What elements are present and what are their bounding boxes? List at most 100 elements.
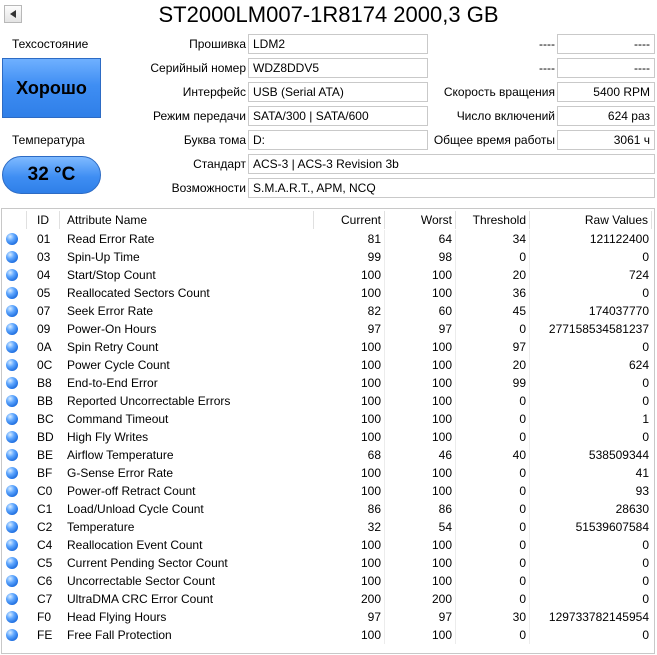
column-header-current[interactable]: Current: [315, 211, 385, 229]
features-field: S.M.A.R.T., APM, NCQ: [248, 178, 655, 198]
row-raw-value: 1: [642, 412, 649, 426]
table-row[interactable]: 03 Spin-Up Time 99 98 0 0: [2, 248, 654, 266]
row-id: BF: [37, 466, 53, 480]
row-raw-value: 0: [642, 430, 649, 444]
row-threshold: 40: [457, 446, 530, 464]
row-threshold: 34: [457, 230, 530, 248]
table-row[interactable]: F0 Head Flying Hours 97 97 30 129733782145954: [2, 608, 654, 626]
status-good-icon: [6, 449, 18, 461]
row-current: 100: [315, 266, 385, 284]
row-threshold: 0: [457, 572, 530, 590]
row-attribute-name: Temperature: [67, 520, 135, 534]
firmware-label: Прошивка: [189, 37, 246, 51]
row-worst: 98: [386, 248, 456, 266]
row-raw-value: 624: [628, 358, 649, 372]
table-row[interactable]: 07 Seek Error Rate 82 60 45 174037770: [2, 302, 654, 320]
table-row[interactable]: 01 Read Error Rate 81 64 34 121122400: [2, 230, 654, 248]
table-row[interactable]: BB Reported Uncorrectable Errors 100 100 0 0: [2, 392, 654, 410]
status-column-header[interactable]: [6, 211, 27, 229]
row-current: 32: [315, 518, 385, 536]
row-current: 100: [315, 464, 385, 482]
table-header: ID Attribute Name Current Worst Threshol…: [2, 211, 654, 229]
temperature-badge[interactable]: 32 °C: [2, 156, 101, 194]
table-row[interactable]: 09 Power-On Hours 97 97 0 277158534581237: [2, 320, 654, 338]
row-id: BC: [37, 412, 54, 426]
table-row[interactable]: BD High Fly Writes 100 100 0 0: [2, 428, 654, 446]
row-id: C0: [37, 484, 53, 498]
row-worst: 100: [386, 392, 456, 410]
row-attribute-name: Power-off Retract Count: [67, 484, 196, 498]
table-row[interactable]: C4 Reallocation Event Count 100 100 0 0: [2, 536, 654, 554]
row-worst: 100: [386, 482, 456, 500]
row-id: C2: [37, 520, 53, 534]
table-row[interactable]: C5 Current Pending Sector Count 100 100 0 0: [2, 554, 654, 572]
transfer-mode-field: SATA/300 | SATA/600: [248, 106, 428, 126]
status-good-icon: [6, 233, 18, 245]
row-attribute-name: Start/Stop Count: [67, 268, 156, 282]
row-attribute-name: End-to-End Error: [67, 376, 158, 390]
row-attribute-name: Seek Error Rate: [67, 304, 154, 318]
disk-title: ST2000LM007-1R8174 2000,3 GB: [158, 2, 499, 27]
row-threshold: 0: [457, 518, 530, 536]
row-current: 68: [315, 446, 385, 464]
power-on-hours-field: 3061 ч: [557, 130, 655, 150]
table-row[interactable]: C0 Power-off Retract Count 100 100 0 93: [2, 482, 654, 500]
table-row[interactable]: BE Airflow Temperature 68 46 40 538509344: [2, 446, 654, 464]
row-attribute-name: Uncorrectable Sector Count: [67, 574, 216, 588]
status-good-icon: [6, 593, 18, 605]
row-worst: 60: [386, 302, 456, 320]
column-header-attribute-name[interactable]: Attribute Name: [62, 211, 314, 229]
column-header-id[interactable]: ID: [30, 211, 60, 229]
table-row[interactable]: 05 Reallocated Sectors Count 100 100 36 0: [2, 284, 654, 302]
status-good-icon: [6, 629, 18, 641]
smart-attributes-table[interactable]: ID Attribute Name Current Worst Threshol…: [1, 208, 655, 654]
row-threshold: 0: [457, 626, 530, 644]
unknown-field-1: ----: [557, 34, 655, 54]
row-current: 100: [315, 356, 385, 374]
table-row[interactable]: C6 Uncorrectable Sector Count 100 100 0 0: [2, 572, 654, 590]
column-header-worst[interactable]: Worst: [386, 211, 456, 229]
column-header-threshold[interactable]: Threshold: [457, 211, 530, 229]
row-current: 97: [315, 320, 385, 338]
serial-number-label: Серийный номер: [150, 61, 246, 75]
table-row[interactable]: C2 Temperature 32 54 0 51539607584: [2, 518, 654, 536]
table-row[interactable]: 04 Start/Stop Count 100 100 20 724: [2, 266, 654, 284]
row-id: F0: [37, 610, 52, 624]
status-good-icon: [6, 611, 18, 623]
column-header-raw-values[interactable]: Raw Values: [531, 211, 652, 229]
health-status-button[interactable]: Хорошо: [2, 58, 101, 118]
table-row[interactable]: C1 Load/Unload Cycle Count 86 86 0 28630: [2, 500, 654, 518]
row-raw-value: 121122400: [589, 232, 649, 246]
table-row[interactable]: 0A Spin Retry Count 100 100 97 0: [2, 338, 654, 356]
status-good-icon: [6, 485, 18, 497]
table-row[interactable]: BC Command Timeout 100 100 0 1: [2, 410, 654, 428]
row-current: 97: [315, 608, 385, 626]
row-threshold: 0: [457, 590, 530, 608]
status-good-icon: [6, 521, 18, 533]
row-threshold: 0: [457, 464, 530, 482]
table-row[interactable]: FE Free Fall Protection 100 100 0 0: [2, 626, 654, 644]
row-attribute-name: G-Sense Error Rate: [67, 466, 174, 480]
drive-letter-field: D:: [248, 130, 428, 150]
table-row[interactable]: C7 UltraDMA CRC Error Count 200 200 0 0: [2, 590, 654, 608]
row-current: 100: [315, 284, 385, 302]
row-id: 09: [37, 322, 51, 336]
row-raw-value: 174037770: [588, 304, 649, 318]
row-attribute-name: Head Flying Hours: [67, 610, 167, 624]
status-good-icon: [6, 395, 18, 407]
status-good-icon: [6, 377, 18, 389]
row-raw-value: 538509344: [588, 448, 649, 462]
row-threshold: 36: [457, 284, 530, 302]
power-on-count-label: Число включений: [456, 109, 555, 123]
row-current: 100: [315, 392, 385, 410]
table-row[interactable]: BF G-Sense Error Rate 100 100 0 41: [2, 464, 654, 482]
row-raw-value: 0: [642, 538, 649, 552]
row-attribute-name: Spin Retry Count: [67, 340, 159, 354]
table-row[interactable]: 0C Power Cycle Count 100 100 20 624: [2, 356, 654, 374]
row-current: 100: [315, 536, 385, 554]
status-good-icon: [6, 269, 18, 281]
row-worst: 97: [386, 320, 456, 338]
status-good-icon: [6, 539, 18, 551]
row-attribute-name: Power-On Hours: [67, 322, 157, 336]
table-row[interactable]: B8 End-to-End Error 100 100 99 0: [2, 374, 654, 392]
